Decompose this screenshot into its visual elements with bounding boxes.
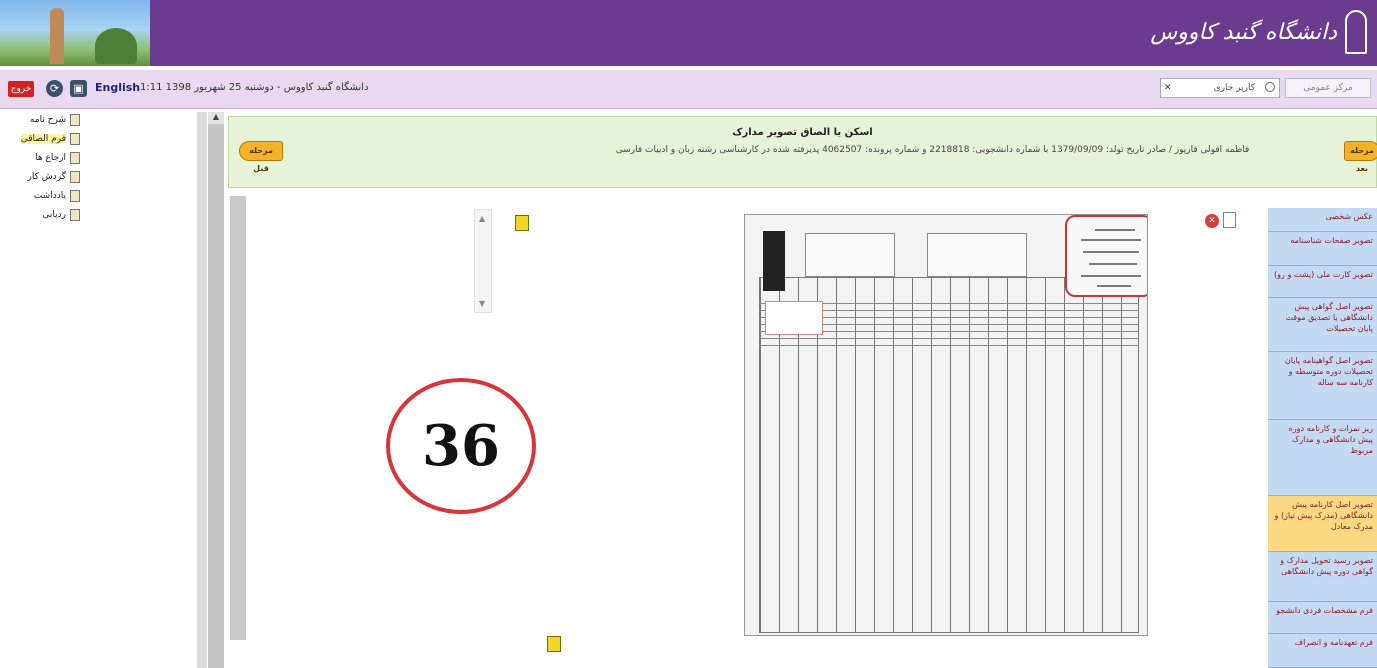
crest-icon — [1345, 10, 1367, 54]
document-list-item[interactable]: تصویر رسید تحویل مدارک و گواهی دوره پیش … — [1268, 552, 1377, 602]
scroll-up-icon[interactable]: ▲ — [479, 214, 485, 223]
window-icon[interactable]: ▣ — [70, 80, 87, 97]
language-link[interactable]: English — [95, 81, 140, 94]
document-list-item[interactable]: ریز نمرات و کارنامه دوره پیش دانشگاهی و … — [1268, 420, 1377, 496]
sidebar-item-attachment-form[interactable]: فرم الصاقی — [6, 131, 80, 147]
search-value: کاربر جاری — [1213, 83, 1255, 93]
workflow-icon — [70, 171, 80, 183]
page-number: 36 — [422, 413, 500, 479]
document-list-item[interactable]: عکس شخصی — [1268, 208, 1377, 232]
document-stamp — [1065, 215, 1147, 297]
date-info: دانشگاه گنبد کاووس - دوشنبه 25 شهریور 13… — [140, 82, 369, 93]
doc-header-box — [927, 233, 1027, 277]
note-icon — [70, 190, 80, 202]
student-details: فاطمه آقولی قارپوز / صادر تاریخ تولد: 13… — [615, 145, 1250, 155]
delete-icon[interactable]: ✕ — [1205, 214, 1219, 228]
previous-step-button[interactable]: مرحله قبل — [239, 141, 283, 173]
tracking-icon — [70, 209, 80, 221]
document-list-item[interactable]: تصویر اصل گواهی پیش دانشگاهی یا تصدیق مو… — [1268, 298, 1377, 352]
next-step-button[interactable]: مرحله بعد — [1344, 141, 1377, 173]
content-scrollbar[interactable] — [230, 196, 246, 640]
page-title: اسکن یا الصاق تصویر مدارک — [732, 127, 873, 138]
document-list-panel: عکس شخصی تصویر صفحات شناسنامه تصویر کارت… — [1268, 208, 1377, 668]
scanned-document[interactable] — [744, 214, 1148, 636]
sidebar-item-label: گردش کار — [27, 172, 66, 182]
university-logo[interactable]: دانشگاه گنبد کاووس — [1150, 10, 1367, 54]
main-scrollbar[interactable]: ▲ — [208, 112, 224, 668]
sidebar-item-label: ردیابی — [42, 210, 66, 220]
sidebar-item-label: یادداشت — [33, 191, 66, 201]
logout-button[interactable]: خروج — [8, 81, 34, 97]
sidebar-item-workflow[interactable]: گردش کار — [6, 169, 80, 185]
page-number-badge: 36 — [386, 378, 536, 514]
marker-icon[interactable] — [515, 215, 529, 231]
marker-icon[interactable] — [547, 636, 561, 652]
scroll-down-icon[interactable]: ▼ — [479, 299, 485, 308]
campus-photo — [0, 0, 150, 66]
sidebar-item-tracking[interactable]: ردیابی — [6, 207, 80, 223]
top-toolbar: خروج ⟳ ▣ English دانشگاه گنبد کاووس - دو… — [0, 70, 1377, 109]
thumbnail-scrollbar[interactable]: ▲ ▼ — [474, 209, 492, 313]
photo-box — [765, 301, 823, 335]
document-icon — [70, 114, 80, 126]
document-list-item[interactable]: تصویر صفحات شناسنامه — [1268, 232, 1377, 266]
sidebar-item-description[interactable]: شرح نامه — [6, 112, 80, 128]
tower-image — [50, 8, 64, 64]
search-input[interactable]: ✕ کاربر جاری — [1160, 78, 1280, 98]
search-icon — [1265, 82, 1275, 92]
scroll-up-icon[interactable]: ▲ — [208, 112, 224, 124]
site-header: دانشگاه گنبد کاووس — [0, 0, 1377, 66]
panel-divider[interactable] — [197, 112, 207, 668]
sidebar-item-label: ارجاع ها — [35, 153, 66, 163]
sidebar-item-label: شرح نامه — [29, 115, 66, 125]
document-tools: ✕ — [1205, 212, 1249, 232]
info-bar: اسکن یا الصاق تصویر مدارک فاطمه آقولی قا… — [228, 116, 1377, 188]
referral-icon — [70, 152, 80, 164]
sidebar-menu: شرح نامه فرم الصاقی ارجاع ها گردش کار یا… — [0, 112, 188, 668]
redacted-block — [763, 231, 785, 291]
university-name: دانشگاه گنبد کاووس — [1150, 19, 1337, 45]
document-list-item[interactable]: فرم تعهدنامه و انصراف — [1268, 634, 1377, 668]
document-list-item[interactable]: فرم مشخصات فردی دانشجو — [1268, 602, 1377, 634]
document-list-item[interactable]: تصویر اصل گواهینامه پایان تحصیلات دوره م… — [1268, 352, 1377, 420]
sidebar-item-referrals[interactable]: ارجاع ها — [6, 150, 80, 166]
doc-header-box — [805, 233, 895, 277]
document-list-item-active[interactable]: تصویر اصل کارنامه پیش دانشگاهی (مدرک پیش… — [1268, 496, 1377, 552]
document-icon[interactable] — [1223, 212, 1236, 228]
form-icon — [70, 133, 80, 145]
tree-image — [95, 28, 137, 64]
sidebar-item-label: فرم الصاقی — [20, 134, 66, 144]
refresh-icon[interactable]: ⟳ — [46, 80, 63, 97]
document-list-item[interactable]: تصویر کارت ملی (پشت و رو) — [1268, 266, 1377, 298]
close-icon[interactable]: ✕ — [1164, 79, 1172, 97]
search-button[interactable]: مرکز عمومی — [1285, 78, 1371, 98]
sidebar-item-notes[interactable]: یادداشت — [6, 188, 80, 204]
